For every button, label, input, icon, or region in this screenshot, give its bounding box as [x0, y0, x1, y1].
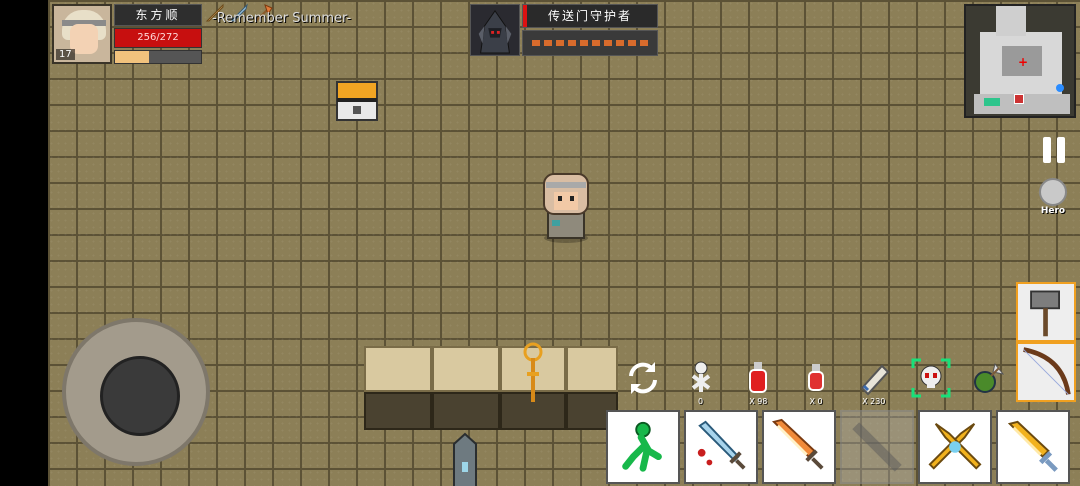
grenade-icon [974, 362, 1005, 393]
skull-target-icon [911, 358, 951, 398]
minimap-npc-marker [984, 98, 1000, 106]
skill-locked-slot[interactable] [840, 410, 914, 484]
skill-flame-slash-button[interactable] [762, 410, 836, 484]
joystick-knob[interactable] [100, 356, 180, 436]
minimap-waypoint-icon [1056, 84, 1064, 92]
skeleton-icon [691, 361, 710, 392]
player-hp-bar: 256/272 [114, 28, 202, 48]
hero-button-label: Hero [1040, 206, 1066, 216]
skill-golden-blade-button[interactable] [996, 410, 1070, 484]
quick-item-grenade[interactable] [960, 350, 1018, 406]
boss-hp-pip [616, 40, 624, 46]
hero-button[interactable]: Hero [1032, 176, 1074, 220]
dash-icon [622, 421, 662, 472]
boss-hp-pip [544, 40, 552, 46]
quick-item-scroll[interactable]: X 230 [845, 350, 903, 406]
weapon-slot-hammer[interactable] [1016, 282, 1076, 342]
boss-hp-pip [604, 40, 612, 46]
quick-item-bar: 0 X 98 X 0 X 230 [614, 350, 1018, 406]
boss-name: 传送门守护者 [522, 4, 658, 28]
boss-status-panel: 传送门守护者 [470, 4, 660, 56]
scroll-icon [860, 364, 890, 396]
boss-hp-bar [522, 30, 658, 56]
player-nickname: -Remember Summer- [212, 11, 352, 26]
bow-icon [1023, 347, 1071, 395]
boss-portrait [470, 4, 520, 56]
swap-icon [628, 362, 657, 394]
player-status-panel: 17 东方顺 256/272 [52, 4, 204, 64]
player-xp-bar [114, 50, 202, 64]
skill-dash-button[interactable] [606, 410, 680, 484]
player-level: 17 [56, 49, 75, 60]
target-lock-button[interactable] [903, 350, 961, 406]
quick-item-red-potion[interactable]: X 98 [729, 350, 787, 406]
bleed-sword-icon [697, 420, 746, 470]
virtual-joystick[interactable] [62, 318, 210, 466]
minimap-exit-marker [1014, 94, 1024, 104]
hero-helmet-icon [1039, 178, 1067, 206]
shop-counter [364, 346, 432, 430]
boss-hp-pip [532, 40, 540, 46]
pause-button[interactable] [1034, 130, 1074, 170]
golden-sword-icon [1007, 420, 1058, 472]
player-name: 东方顺 [114, 4, 202, 26]
left-letterbox [0, 0, 48, 486]
flame-sword-icon [771, 418, 824, 470]
boss-hp-pip [628, 40, 636, 46]
swap-button[interactable] [614, 350, 672, 406]
boss-hp-pip [580, 40, 588, 46]
golden-staff-item[interactable] [520, 342, 546, 404]
shop-counter [432, 346, 500, 430]
pause-icon [1043, 137, 1051, 163]
player-portrait[interactable]: 17 [52, 4, 112, 64]
stone-obelisk [446, 432, 484, 486]
disabled-skill-icon [852, 422, 902, 472]
quick-item-small-potion[interactable]: X 0 [787, 350, 845, 406]
hammer-icon [1030, 290, 1060, 337]
boss-hp-pip [592, 40, 600, 46]
red-potion-small-icon [808, 364, 825, 391]
weapon-slot-bow[interactable] [1016, 342, 1076, 402]
player-xp-fill [115, 51, 150, 63]
crossed-blades-icon [928, 423, 982, 470]
player-character[interactable] [534, 168, 598, 244]
boss-hp-pip [568, 40, 576, 46]
skill-bar [606, 410, 1076, 486]
red-potion-icon [749, 362, 768, 393]
quick-item-skeleton[interactable]: 0 [672, 350, 730, 406]
skill-cross-slash-button[interactable] [918, 410, 992, 484]
boss-hp-pip [640, 40, 648, 46]
skill-bleed-strike-button[interactable] [684, 410, 758, 484]
treasure-chest[interactable] [334, 78, 380, 124]
minimap-player-marker: + [1018, 55, 1029, 69]
boss-hp-pip [556, 40, 564, 46]
minimap[interactable]: + [964, 4, 1076, 118]
